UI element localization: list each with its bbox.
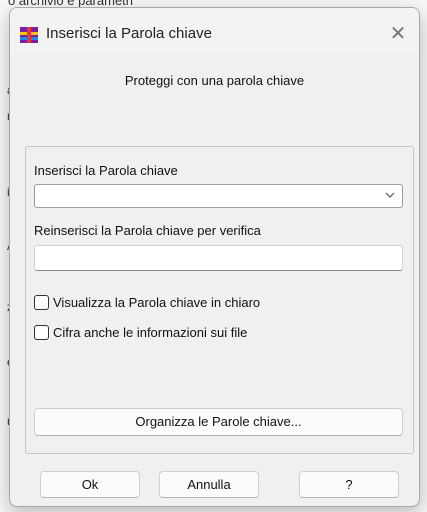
- organize-passwords-button[interactable]: Organizza le Parole chiave...: [34, 408, 403, 436]
- encrypt-filenames-label[interactable]: Cifra anche le informazioni sui file: [53, 325, 247, 340]
- show-password-label[interactable]: Visualizza la Parola chiave in chiaro: [53, 295, 260, 310]
- confirm-password-label: Reinserisci la Parola chiave per verific…: [34, 223, 261, 238]
- password-label: Inserisci la Parola chiave: [34, 163, 178, 178]
- winrar-icon: [20, 27, 38, 43]
- close-icon[interactable]: ✕: [385, 21, 411, 47]
- password-dialog: Inserisci la Parola chiave ✕ Proteggi co…: [9, 7, 420, 507]
- show-password-row[interactable]: Visualizza la Parola chiave in chiaro: [34, 295, 260, 310]
- dialog-title: Inserisci la Parola chiave: [46, 25, 212, 42]
- chevron-down-icon[interactable]: [384, 187, 396, 203]
- encrypt-filenames-checkbox[interactable]: [34, 325, 49, 340]
- show-password-checkbox[interactable]: [34, 295, 49, 310]
- help-button[interactable]: ?: [299, 471, 399, 498]
- encrypt-filenames-row[interactable]: Cifra anche le informazioni sui file: [34, 325, 247, 340]
- confirm-password-input[interactable]: [34, 245, 403, 271]
- cancel-button[interactable]: Annulla: [159, 471, 259, 498]
- ok-button[interactable]: Ok: [40, 471, 140, 498]
- dialog-titlebar[interactable]: Inserisci la Parola chiave ✕: [10, 8, 419, 54]
- dialog-heading: Proteggi con una parola chiave: [124, 73, 305, 88]
- password-combobox[interactable]: [34, 184, 403, 208]
